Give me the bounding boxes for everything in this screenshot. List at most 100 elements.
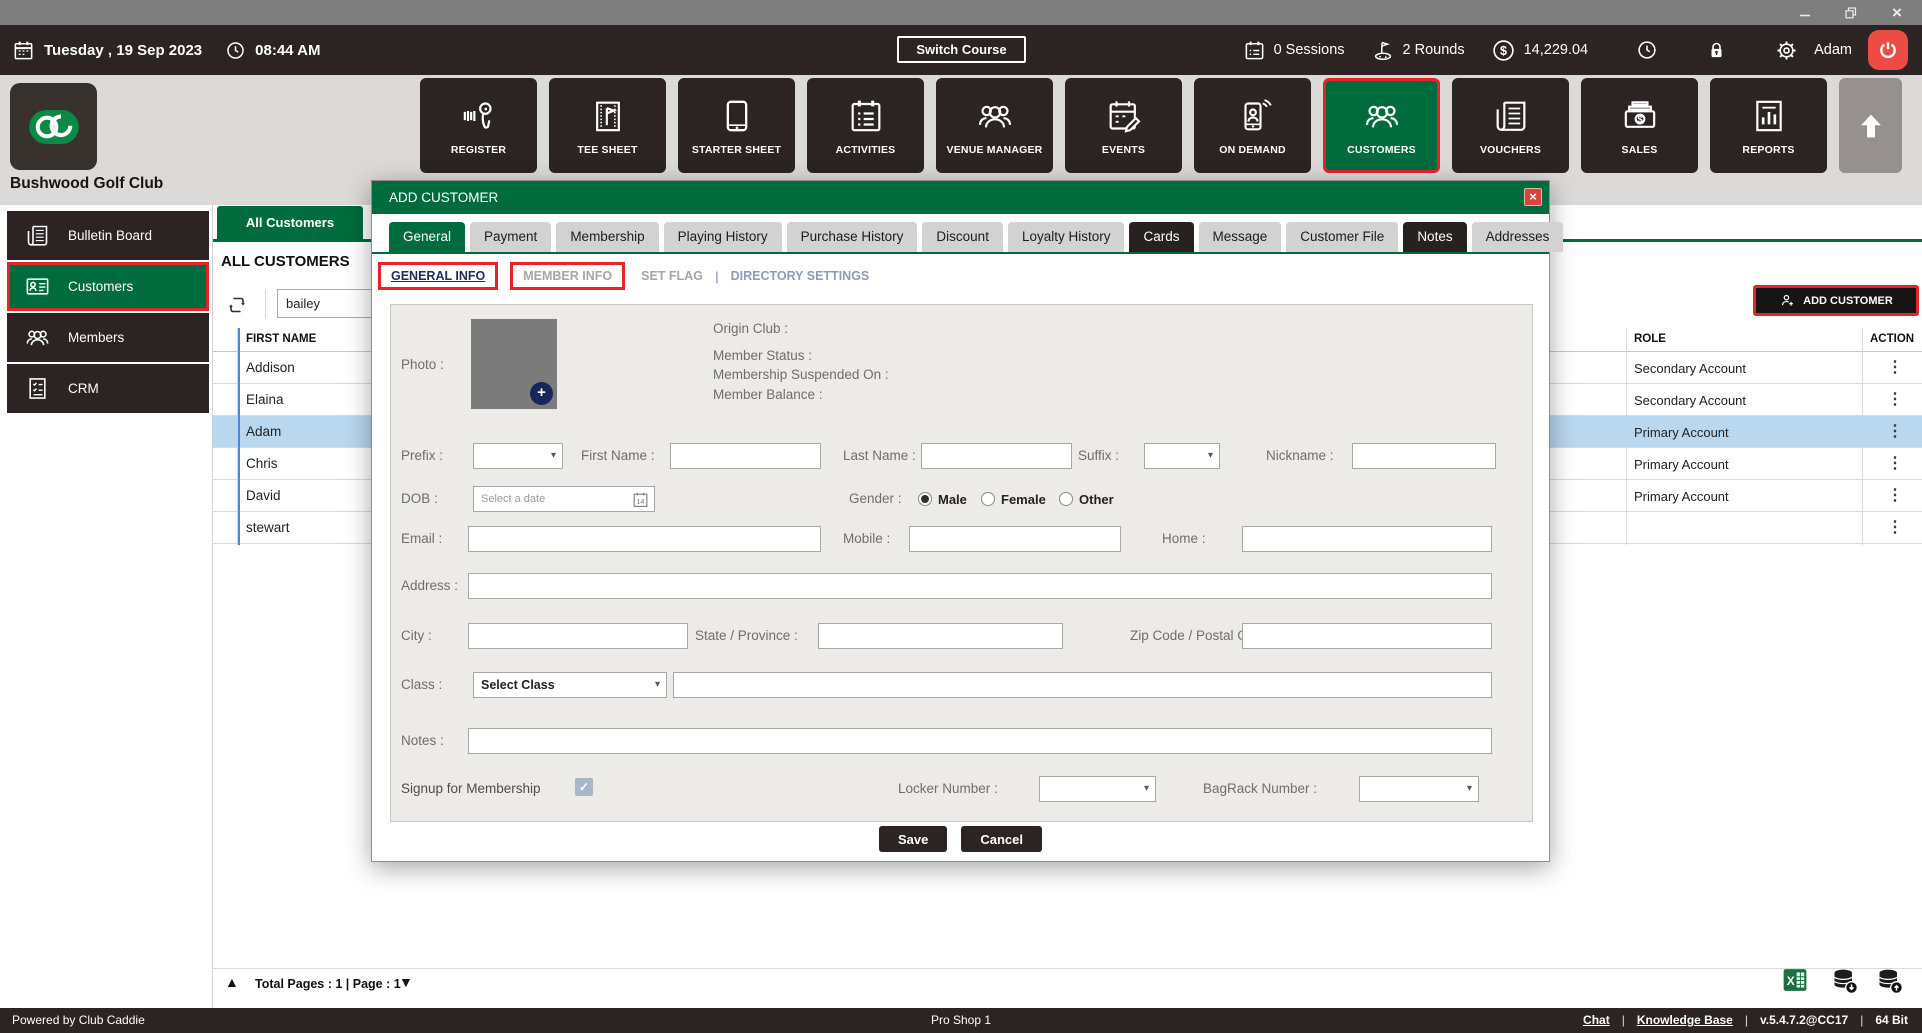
toolbar-register-button[interactable]: REGISTER — [420, 78, 537, 173]
column-header-role[interactable]: ROLE — [1634, 333, 1666, 345]
subtab-general-info[interactable]: GENERAL INFO — [378, 262, 498, 290]
sidebar-item-label: CRM — [68, 381, 99, 396]
row-action-menu-icon[interactable]: ⋮ — [1887, 453, 1903, 473]
locker-number-select[interactable]: ▾ — [1039, 776, 1156, 802]
mobile-input[interactable] — [909, 526, 1121, 552]
modal-close-button[interactable]: × — [1524, 188, 1542, 206]
tab-discount[interactable]: Discount — [922, 222, 1003, 252]
save-button[interactable]: Save — [879, 826, 947, 852]
zip-input[interactable] — [1242, 623, 1492, 649]
toolbar-scroll-up-button[interactable] — [1839, 78, 1902, 173]
toolbar-activities-button[interactable]: ACTIVITIES — [807, 78, 924, 173]
tab-notes[interactable]: Notes — [1403, 222, 1466, 252]
gender-option-other[interactable]: Other — [1079, 492, 1114, 507]
gender-option-male[interactable]: Male — [938, 492, 967, 507]
window-close-button[interactable]: × — [1876, 0, 1918, 25]
toolbar-tee-sheet-button[interactable]: TEE SHEET — [549, 78, 666, 173]
chat-link[interactable]: Chat — [1583, 1013, 1610, 1027]
power-logout-button[interactable] — [1868, 30, 1908, 70]
sidebar-item-bulletin-board[interactable]: Bulletin Board — [7, 211, 209, 260]
toolbar-venue-manager-button[interactable]: VENUE MANAGER — [936, 78, 1053, 173]
subtab-set-flag[interactable]: SET FLAG — [641, 269, 703, 283]
tab-customer-file[interactable]: Customer File — [1286, 222, 1398, 252]
page-down-icon[interactable]: ▼ — [399, 974, 413, 990]
sessions-count: 0 Sessions — [1274, 42, 1345, 58]
column-header-first-name[interactable]: FIRST NAME — [246, 333, 316, 345]
rounds-stat: 2 Rounds — [1371, 38, 1465, 62]
tab-membership[interactable]: Membership — [556, 222, 658, 252]
date-picker-icon[interactable]: 14 — [632, 491, 649, 508]
toolbar-reports-button[interactable]: REPORTS — [1710, 78, 1827, 173]
database-upload-icon[interactable] — [1876, 967, 1904, 995]
lock-icon[interactable] — [1706, 40, 1727, 61]
subtab-directory-settings[interactable]: DIRECTORY SETTINGS — [731, 269, 870, 283]
home-phone-input[interactable] — [1242, 526, 1492, 552]
bagrack-number-select[interactable]: ▾ — [1359, 776, 1479, 802]
notes-input[interactable] — [468, 728, 1492, 754]
modal-subtabs: GENERAL INFO MEMBER INFO SET FLAG | DIRE… — [378, 262, 869, 290]
time-clock-button[interactable] — [1636, 39, 1658, 61]
gender-radio-other[interactable] — [1059, 492, 1073, 506]
toolbar-sales-button[interactable]: $ SALES — [1581, 78, 1698, 173]
cancel-button[interactable]: Cancel — [961, 826, 1042, 852]
gender-radio-male[interactable] — [918, 492, 932, 506]
calendar-list-icon — [846, 96, 886, 136]
cell-role: Secondary Account — [1634, 393, 1746, 408]
toolbar-vouchers-button[interactable]: VOUCHERS — [1452, 78, 1569, 173]
gender-radio-female[interactable] — [981, 492, 995, 506]
nickname-input[interactable] — [1352, 443, 1496, 469]
city-input[interactable] — [468, 623, 688, 649]
tab-playing-history[interactable]: Playing History — [664, 222, 782, 252]
settings-gear-icon[interactable] — [1775, 39, 1798, 62]
tab-all-customers[interactable]: All Customers — [217, 206, 363, 239]
add-photo-button[interactable]: + — [530, 382, 553, 405]
last-name-input[interactable] — [921, 443, 1072, 469]
refresh-icon[interactable] — [225, 293, 249, 317]
tab-addresses[interactable]: Addresses — [1472, 222, 1564, 252]
row-action-menu-icon[interactable]: ⋮ — [1887, 357, 1903, 377]
knowledge-base-link[interactable]: Knowledge Base — [1637, 1013, 1733, 1027]
tab-general[interactable]: General — [389, 222, 465, 252]
gender-option-female[interactable]: Female — [1001, 492, 1046, 507]
sidebar-item-crm[interactable]: CRM — [7, 364, 209, 413]
class-detail-input[interactable] — [673, 672, 1492, 698]
member-info-readout: Origin Club : Member Status : Membership… — [713, 319, 889, 404]
window-minimize-button[interactable] — [1784, 0, 1826, 25]
add-customer-button[interactable]: ADD CUSTOMER — [1753, 285, 1919, 316]
dob-input[interactable]: Select a date 14 — [473, 486, 655, 512]
row-action-menu-icon[interactable]: ⋮ — [1887, 389, 1903, 409]
database-download-icon[interactable] — [1831, 967, 1859, 995]
sidebar-item-customers[interactable]: Customers — [7, 262, 209, 311]
tab-purchase-history[interactable]: Purchase History — [787, 222, 918, 252]
state-input[interactable] — [818, 623, 1063, 649]
row-action-menu-icon[interactable]: ⋮ — [1887, 485, 1903, 505]
app-window: × Tuesday , 19 Sep 2023 08:44 AM Switch … — [0, 0, 1922, 1033]
suffix-select[interactable]: ▾ — [1144, 443, 1220, 469]
tab-payment[interactable]: Payment — [470, 222, 551, 252]
cell-first-name: Addison — [246, 360, 295, 375]
toolbar-customers-button[interactable]: CUSTOMERS — [1323, 78, 1440, 173]
subtab-member-info[interactable]: MEMBER INFO — [510, 262, 625, 290]
class-select-value: Select Class — [481, 678, 555, 692]
address-input[interactable] — [468, 573, 1492, 599]
prefix-select[interactable]: ▾ — [473, 443, 563, 469]
add-customer-label: ADD CUSTOMER — [1803, 295, 1893, 307]
tab-message[interactable]: Message — [1199, 222, 1282, 252]
tab-loyalty-history[interactable]: Loyalty History — [1008, 222, 1125, 252]
toolbar-events-button[interactable]: EVENTS — [1065, 78, 1182, 173]
toolbar-tee-sheet-label: TEE SHEET — [577, 144, 637, 156]
email-input[interactable] — [468, 526, 821, 552]
class-select[interactable]: Select Class ▾ — [473, 672, 667, 698]
export-excel-icon[interactable]: X — [1782, 967, 1810, 995]
sidebar-item-members[interactable]: Members — [7, 313, 209, 362]
row-action-menu-icon[interactable]: ⋮ — [1887, 517, 1903, 537]
signup-membership-checkbox[interactable]: ✓ — [575, 778, 593, 796]
tab-cards[interactable]: Cards — [1129, 222, 1193, 252]
first-name-input[interactable] — [670, 443, 821, 469]
toolbar-on-demand-button[interactable]: ON DEMAND — [1194, 78, 1311, 173]
toolbar-starter-sheet-button[interactable]: STARTER SHEET — [678, 78, 795, 173]
switch-course-button[interactable]: Switch Course — [897, 36, 1026, 63]
page-up-icon[interactable]: ▲ — [225, 974, 239, 990]
row-action-menu-icon[interactable]: ⋮ — [1887, 421, 1903, 441]
window-restore-button[interactable] — [1830, 0, 1872, 25]
